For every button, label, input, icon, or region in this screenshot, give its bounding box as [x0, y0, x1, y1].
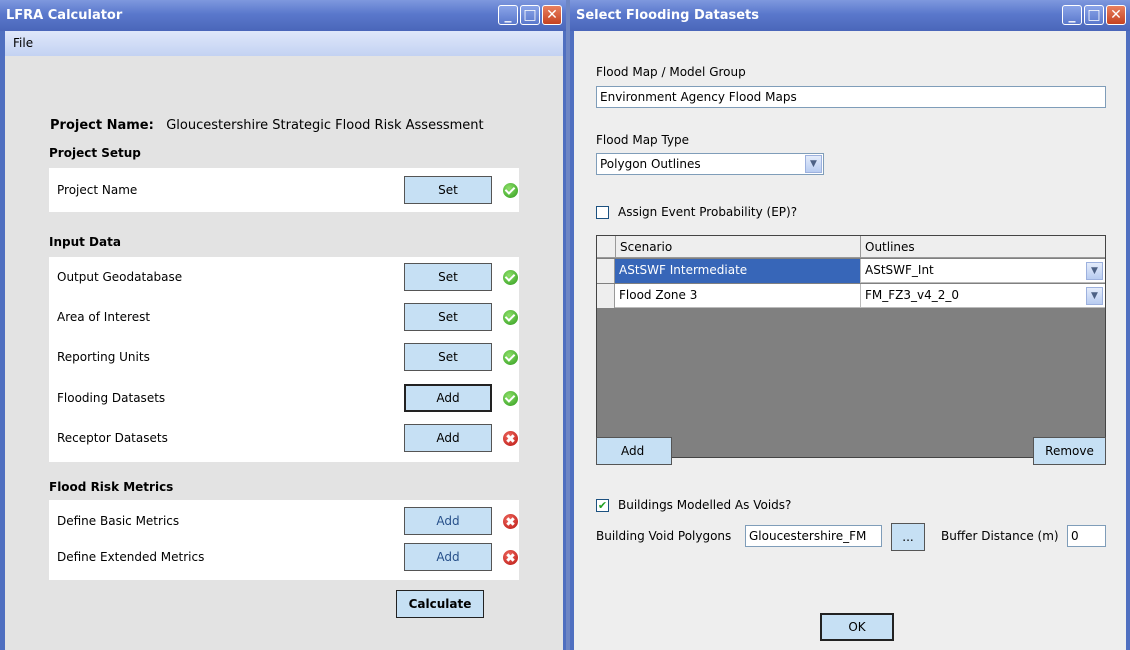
scenario-cell[interactable]: AStSWF Intermediate	[615, 259, 861, 283]
header-scenario[interactable]: Scenario	[615, 236, 861, 258]
table-header: Scenario Outlines	[597, 236, 1105, 258]
close-icon[interactable]: ✕	[1106, 5, 1126, 25]
project-setup-box: Project Name Set	[49, 168, 519, 212]
minimize-icon[interactable]: _	[1062, 5, 1082, 25]
row-extended-metrics: Define Extended Metrics Add	[49, 540, 519, 574]
buildings-voids-checkbox[interactable]: ✔	[596, 499, 609, 512]
menubar: File	[5, 31, 563, 56]
outline-cell[interactable]: FM_FZ3_v4_2_0 ▼	[861, 284, 1105, 308]
add-flooding-datasets-button[interactable]: Add	[404, 384, 492, 412]
assign-ep-label: Assign Event Probability (EP)?	[618, 205, 798, 219]
map-type-select[interactable]: Polygon Outlines ▼	[596, 153, 824, 175]
map-type-value: Polygon Outlines	[600, 157, 701, 171]
row-label: Receptor Datasets	[57, 431, 168, 445]
model-group-field[interactable]: Environment Agency Flood Maps	[596, 86, 1106, 108]
scenario-table: Scenario Outlines AStSWF Intermediate AS…	[596, 235, 1106, 458]
outline-value: FM_FZ3_v4_2_0	[865, 288, 960, 302]
section-project-setup: Project Setup	[49, 146, 141, 160]
check-circle-icon	[503, 183, 518, 198]
row-label: Project Name	[57, 183, 138, 197]
header-outlines[interactable]: Outlines	[861, 236, 1105, 258]
check-circle-icon	[503, 350, 518, 365]
dialog-title: Select Flooding Datasets	[576, 8, 760, 23]
model-group-label: Flood Map / Model Group	[596, 65, 746, 79]
scenario-cell[interactable]: Flood Zone 3	[615, 284, 861, 308]
row-label: Define Basic Metrics	[57, 514, 180, 528]
lfra-calculator-window: LFRA Calculator _ □ ✕ File Project Name:…	[0, 0, 566, 650]
row-label: Output Geodatabase	[57, 270, 183, 284]
row-receptor-datasets: Receptor Datasets Add	[49, 421, 519, 455]
row-header[interactable]	[597, 284, 615, 308]
maximize-icon[interactable]: □	[520, 5, 540, 25]
minimize-icon[interactable]: _	[498, 5, 518, 25]
x-circle-icon	[503, 431, 518, 446]
project-name-value: Gloucestershire Strategic Flood Risk Ass…	[166, 118, 484, 133]
chevron-down-icon[interactable]: ▼	[1086, 262, 1103, 280]
table-row[interactable]: Flood Zone 3 FM_FZ3_v4_2_0 ▼	[597, 284, 1105, 308]
row-reporting-units: Reporting Units Set	[49, 340, 519, 374]
buffer-distance-label: Buffer Distance (m)	[941, 529, 1059, 543]
table-row[interactable]: AStSWF Intermediate AStSWF_Int ▼	[597, 259, 1105, 283]
close-icon[interactable]: ✕	[542, 5, 562, 25]
window-client: File Project Name: Gloucestershire Strat…	[5, 31, 563, 650]
ok-button[interactable]: OK	[820, 613, 894, 641]
calculate-button[interactable]: Calculate	[396, 590, 484, 618]
outline-cell[interactable]: AStSWF_Int ▼	[861, 259, 1105, 283]
set-project-name-button[interactable]: Set	[404, 176, 492, 204]
row-flooding-datasets: Flooding Datasets Add	[49, 381, 519, 415]
chevron-down-icon: ▼	[805, 155, 822, 173]
menu-file[interactable]: File	[13, 36, 33, 50]
row-label: Flooding Datasets	[57, 391, 166, 405]
outline-value: AStSWF_Int	[865, 263, 934, 277]
row-output-geodatabase: Output Geodatabase Set	[49, 260, 519, 294]
main-panel: Project Name: Gloucestershire Strategic …	[5, 56, 563, 650]
maximize-icon[interactable]: □	[1084, 5, 1104, 25]
buildings-voids-label: Buildings Modelled As Voids?	[618, 498, 792, 512]
void-polygons-label: Building Void Polygons	[596, 529, 732, 543]
row-label: Reporting Units	[57, 350, 150, 364]
select-flooding-datasets-dialog: Select Flooding Datasets _ □ ✕ Flood Map…	[570, 0, 1130, 650]
set-reporting-units-button[interactable]: Set	[404, 343, 492, 371]
row-label: Define Extended Metrics	[57, 550, 205, 564]
metrics-box: Define Basic Metrics Add Define Extended…	[49, 500, 519, 580]
project-name-label: Project Name:	[50, 118, 154, 133]
chevron-down-icon[interactable]: ▼	[1086, 287, 1103, 305]
assign-ep-checkbox[interactable]	[596, 206, 609, 219]
section-input-data: Input Data	[49, 235, 121, 249]
browse-button[interactable]: ...	[891, 523, 925, 551]
void-polygons-field[interactable]: Gloucestershire_FM	[745, 525, 882, 547]
row-basic-metrics: Define Basic Metrics Add	[49, 504, 519, 538]
input-data-box: Output Geodatabase Set Area of Interest …	[49, 257, 519, 462]
row-header[interactable]	[597, 259, 615, 283]
titlebar[interactable]: Select Flooding Datasets _ □ ✕	[570, 0, 1130, 31]
section-flood-risk-metrics: Flood Risk Metrics	[49, 480, 174, 494]
check-circle-icon	[503, 310, 518, 325]
row-label: Area of Interest	[57, 310, 151, 324]
window-title: LFRA Calculator	[6, 8, 123, 23]
project-name-display: Project Name: Gloucestershire Strategic …	[50, 118, 484, 133]
set-area-of-interest-button[interactable]: Set	[404, 303, 492, 331]
x-circle-icon	[503, 550, 518, 565]
set-output-geodatabase-button[interactable]: Set	[404, 263, 492, 291]
x-circle-icon	[503, 514, 518, 529]
remove-scenario-button[interactable]: Remove	[1033, 437, 1106, 465]
add-receptor-datasets-button[interactable]: Add	[404, 424, 492, 452]
add-scenario-button[interactable]: Add	[596, 437, 672, 465]
check-circle-icon	[503, 391, 518, 406]
add-basic-metrics-button[interactable]: Add	[404, 507, 492, 535]
map-type-label: Flood Map Type	[596, 133, 690, 147]
buffer-distance-field[interactable]: 0	[1067, 525, 1106, 547]
row-project-name: Project Name Set	[49, 173, 519, 207]
check-circle-icon	[503, 270, 518, 285]
titlebar[interactable]: LFRA Calculator _ □ ✕	[0, 0, 566, 31]
add-extended-metrics-button[interactable]: Add	[404, 543, 492, 571]
row-area-of-interest: Area of Interest Set	[49, 300, 519, 334]
dialog-client: Flood Map / Model Group Environment Agen…	[574, 31, 1126, 650]
